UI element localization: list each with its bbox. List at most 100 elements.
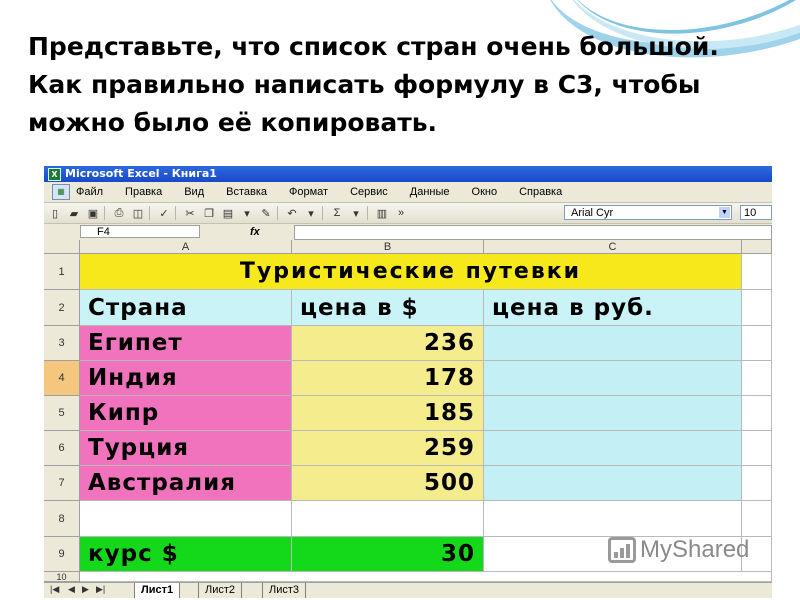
row-header[interactable]: 4 — [44, 361, 80, 396]
workbook-icon[interactable]: ▦ — [52, 184, 70, 200]
formula-bar: F4 fx — [44, 224, 772, 241]
row-header[interactable]: 6 — [44, 431, 80, 466]
menu-item-help[interactable]: Справка — [519, 186, 562, 198]
toolbar-separator — [175, 206, 176, 220]
header-cell-price-rub[interactable]: цена в руб. — [484, 290, 742, 326]
rub-price-cell[interactable] — [484, 431, 742, 466]
price-cell[interactable]: 259 — [292, 431, 484, 466]
table-cell[interactable] — [484, 501, 742, 537]
watermark: MyShared — [608, 536, 749, 564]
table-cell[interactable] — [742, 254, 772, 290]
row-header[interactable]: 5 — [44, 396, 80, 431]
table-cell[interactable] — [292, 501, 484, 537]
table-cell[interactable] — [742, 396, 772, 431]
country-cell[interactable]: Индия — [80, 361, 292, 396]
price-cell[interactable]: 236 — [292, 326, 484, 361]
sheet-tab-1[interactable]: Лист1 — [134, 583, 181, 598]
paste-icon[interactable]: ▤ — [220, 205, 236, 221]
row-header[interactable]: 7 — [44, 466, 80, 501]
country-cell[interactable]: Кипр — [80, 396, 292, 431]
column-header-d[interactable] — [742, 240, 772, 254]
slide-title-line: Как правильно написать формулу в С3, что… — [28, 70, 701, 99]
country-cell[interactable]: Австралия — [80, 466, 292, 501]
header-cell-country[interactable]: Страна — [80, 290, 292, 326]
first-sheet-icon[interactable]: |◀ — [50, 584, 59, 595]
table-title-cell[interactable]: Туристические путевки — [80, 254, 742, 290]
last-sheet-icon[interactable]: ▶| — [96, 584, 105, 595]
header-cell-price-usd[interactable]: цена в $ — [292, 290, 484, 326]
rub-price-cell[interactable] — [484, 361, 742, 396]
menu-item-format[interactable]: Формат — [289, 186, 328, 198]
function-icon[interactable]: fx — [250, 224, 260, 240]
format-painter-icon[interactable]: ✎ — [258, 205, 274, 221]
table-cell[interactable] — [80, 572, 772, 582]
open-folder-icon[interactable]: ▰ — [66, 205, 82, 221]
row-header[interactable]: 10 — [44, 572, 80, 582]
country-cell[interactable]: Египет — [80, 326, 292, 361]
table-cell[interactable] — [742, 431, 772, 466]
spreadsheet-grid: A B C 1 2 3 4 5 6 7 8 9 10 Туристические… — [44, 240, 772, 582]
formula-input[interactable] — [294, 225, 772, 240]
chevron-down-icon[interactable]: ▼ — [719, 207, 730, 218]
toolbar-separator — [104, 206, 105, 220]
price-cell[interactable]: 178 — [292, 361, 484, 396]
spelling-icon[interactable]: ✓ — [156, 205, 172, 221]
new-document-icon[interactable]: ▯ — [47, 205, 63, 221]
menu-item-data[interactable]: Данные — [410, 186, 450, 198]
slide-title: Представьте, что список стран очень боль… — [28, 28, 773, 142]
table-cell[interactable] — [742, 326, 772, 361]
window-title: Microsoft Excel - Книга1 — [65, 167, 217, 180]
menu-item-file[interactable]: Файл — [76, 186, 103, 198]
row-header[interactable]: 3 — [44, 326, 80, 361]
dropdown-arrow-icon[interactable]: ▾ — [303, 205, 319, 221]
toolbar-separator — [149, 206, 150, 220]
sheet-tab-2[interactable]: Лист2 — [198, 583, 243, 598]
rub-price-cell[interactable] — [484, 466, 742, 501]
menu-item-insert[interactable]: Вставка — [226, 186, 267, 198]
name-box[interactable]: F4 — [80, 225, 200, 238]
row-header[interactable]: 2 — [44, 290, 80, 326]
column-header-b[interactable]: B — [292, 240, 484, 254]
table-cell[interactable] — [742, 501, 772, 537]
country-cell[interactable]: Турция — [80, 431, 292, 466]
menu-item-edit[interactable]: Правка — [125, 186, 162, 198]
autosum-icon[interactable]: Σ — [329, 205, 345, 221]
menu-item-window[interactable]: Окно — [472, 186, 498, 198]
row-header[interactable]: 1 — [44, 254, 80, 290]
sheet-tab-3[interactable]: Лист3 — [262, 583, 307, 598]
slide-title-line: Представьте, что список стран очень боль… — [28, 32, 719, 61]
select-all-corner[interactable] — [44, 240, 80, 254]
rub-price-cell[interactable] — [484, 396, 742, 431]
table-cell[interactable] — [742, 466, 772, 501]
print-preview-icon[interactable]: ◫ — [130, 205, 146, 221]
next-sheet-icon[interactable]: ▶ — [82, 584, 89, 595]
prev-sheet-icon[interactable]: ◀ — [68, 584, 75, 595]
cut-icon[interactable]: ✂ — [182, 205, 198, 221]
column-header-a[interactable]: A — [80, 240, 292, 254]
undo-icon[interactable]: ↶ — [284, 205, 300, 221]
font-size-select[interactable]: 10 — [740, 205, 772, 220]
font-size-value: 10 — [744, 207, 757, 219]
menu-item-tools[interactable]: Сервис — [350, 186, 388, 198]
print-icon[interactable]: ⎙ — [111, 205, 127, 221]
copy-icon[interactable]: ❐ — [201, 205, 217, 221]
column-header-c[interactable]: C — [484, 240, 742, 254]
price-cell[interactable]: 500 — [292, 466, 484, 501]
dropdown-arrow-icon[interactable]: ▾ — [348, 205, 364, 221]
rate-value-cell[interactable]: 30 — [292, 537, 484, 572]
table-cell[interactable] — [80, 501, 292, 537]
font-name-select[interactable]: Arial Cyr ▼ — [564, 205, 732, 220]
row-header[interactable]: 9 — [44, 537, 80, 572]
rub-price-cell[interactable] — [484, 326, 742, 361]
save-icon[interactable]: ▣ — [85, 205, 101, 221]
chart-wizard-icon[interactable]: ▥ — [374, 205, 390, 221]
price-cell[interactable]: 185 — [292, 396, 484, 431]
dropdown-arrow-icon[interactable]: ▾ — [239, 205, 255, 221]
menu-item-view[interactable]: Вид — [184, 186, 204, 198]
rate-label-cell[interactable]: курс $ — [80, 537, 292, 572]
standard-toolbar: ▯ ▰ ▣ ⎙ ◫ ✓ ✂ ❐ ▤ ▾ ✎ ↶ ▾ Σ ▾ ▥ » Arial … — [44, 203, 772, 224]
table-cell[interactable] — [742, 290, 772, 326]
toolbar-options-icon[interactable]: » — [393, 205, 409, 221]
table-cell[interactable] — [742, 361, 772, 396]
row-header[interactable]: 8 — [44, 501, 80, 537]
